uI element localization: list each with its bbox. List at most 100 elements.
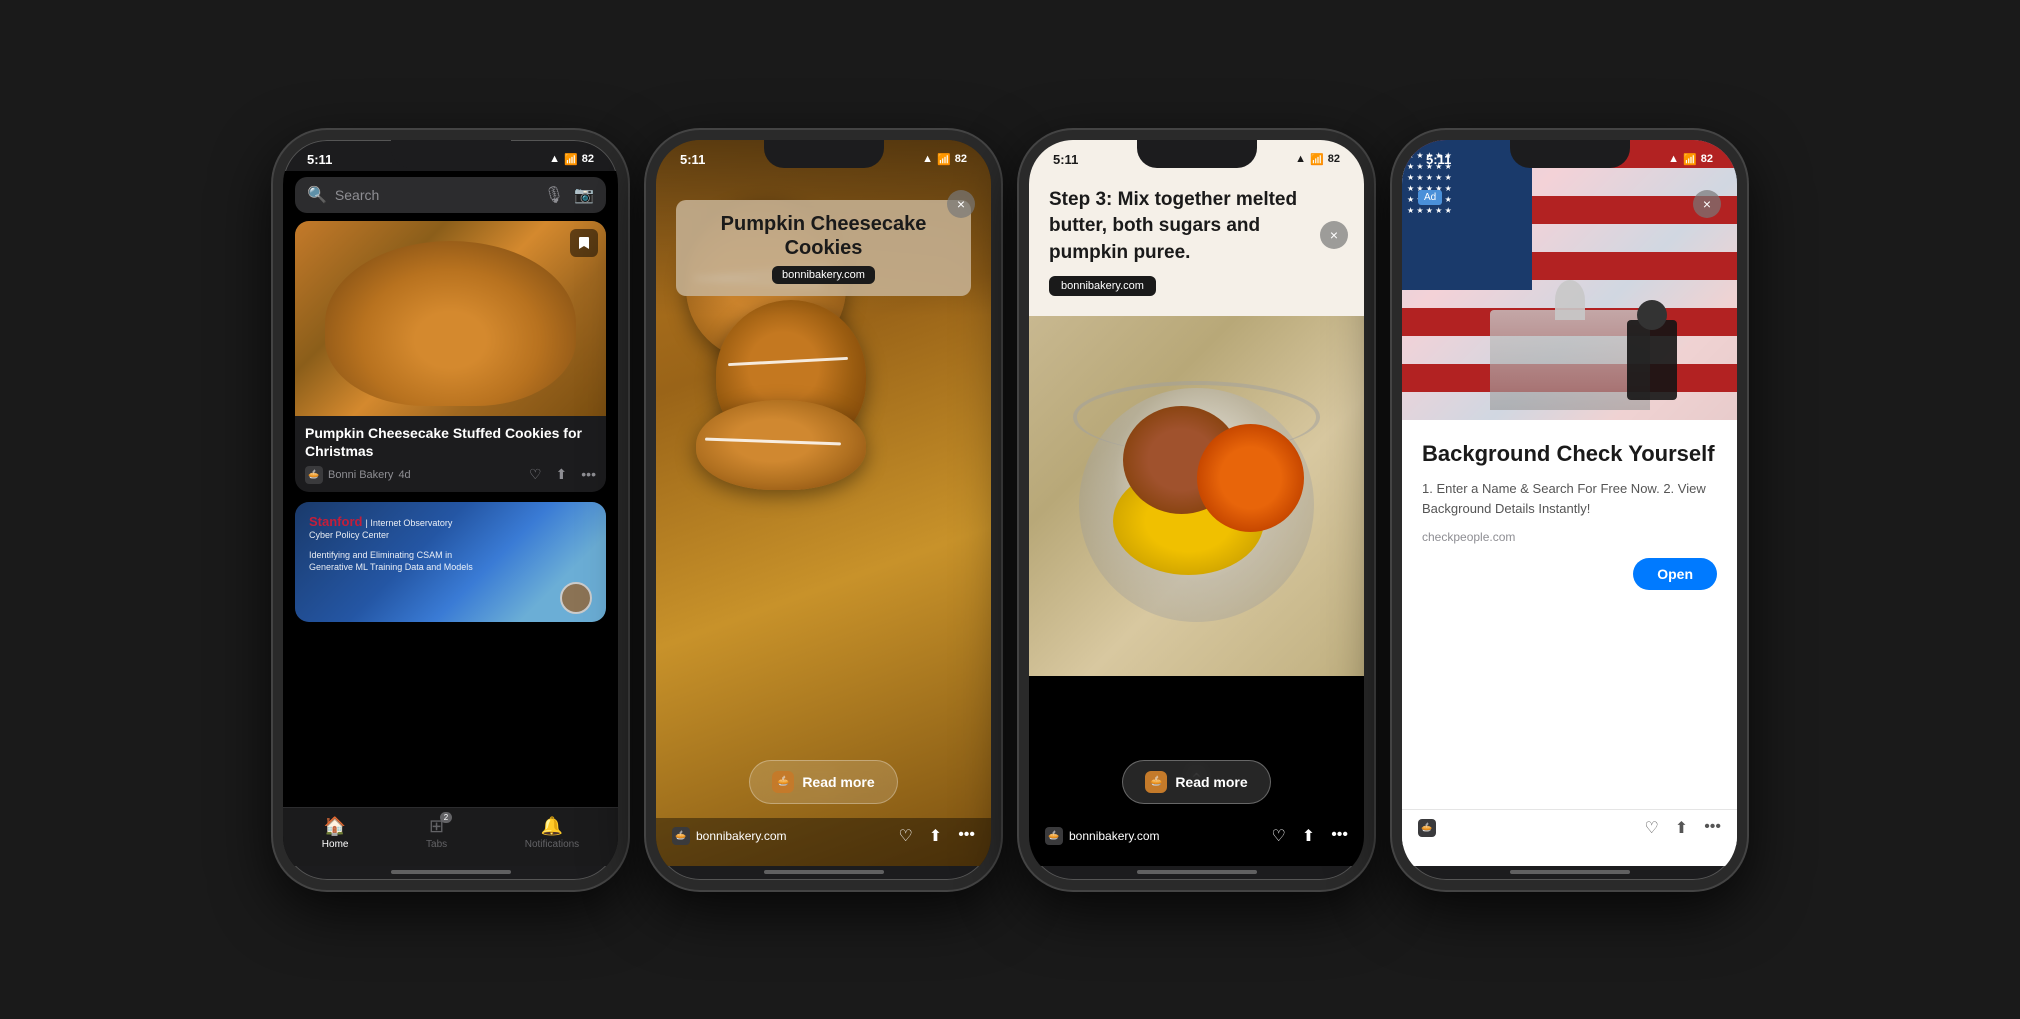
tabs-badge: 2 bbox=[440, 812, 452, 823]
recipe-step-title: Step 3: Mix together melted butter, both… bbox=[1049, 187, 1344, 267]
read-more-avatar-3: 🥧 bbox=[1145, 771, 1167, 793]
ad-close-btn[interactable]: × bbox=[1693, 190, 1721, 218]
camera-icon[interactable]: 📷 bbox=[574, 185, 594, 205]
phone4-main: Ad ★ ★ bbox=[1402, 140, 1737, 866]
stanford-image: Stanford | Internet ObservatoryCyber Pol… bbox=[295, 502, 606, 622]
read-more-label-2: Read more bbox=[802, 774, 874, 790]
feed-source-1: 🥧 Bonni Bakery 4d bbox=[305, 466, 411, 484]
drizzle-3 bbox=[728, 356, 848, 365]
more-icon-ad[interactable]: ••• bbox=[1704, 818, 1721, 838]
ad-open-button[interactable]: Open bbox=[1633, 558, 1717, 590]
heart-icon-story-3[interactable]: ♡ bbox=[1271, 826, 1285, 846]
bookmark-icon[interactable] bbox=[570, 229, 598, 257]
status-icons-3: ▲ 📶 82 bbox=[1295, 153, 1340, 166]
feed-image-1 bbox=[295, 221, 606, 416]
home-indicator-3 bbox=[1137, 870, 1257, 874]
story-actions-right-3: ♡ ⬆ ••• bbox=[1271, 826, 1348, 846]
stanford-logo: Stanford bbox=[309, 514, 362, 529]
signal-icon-3: ▲ bbox=[1295, 153, 1306, 165]
phones-container: 5:11 ▲ 📶 82 🔍 Search 🎙 📷 bbox=[273, 130, 1747, 890]
feed-title-1: Pumpkin Cheesecake Stuffed Cookies for C… bbox=[305, 424, 596, 460]
read-more-button-2[interactable]: 🥧 Read more bbox=[749, 760, 897, 804]
status-icons-1: ▲ 📶 82 bbox=[549, 153, 594, 166]
phone3-screen: Step 3: Mix together melted butter, both… bbox=[1029, 171, 1364, 866]
read-more-avatar-2: 🥧 bbox=[772, 771, 794, 793]
tab-bar: 🏠 Home ⊞ 2 Tabs 🔔 Notifications bbox=[283, 807, 618, 866]
more-icon-1[interactable]: ••• bbox=[581, 466, 596, 483]
home-indicator-4 bbox=[1510, 870, 1630, 874]
ad-image: ★ ★ ★ ★ ★★ ★ ★ ★ ★★ ★ ★ ★ ★★ ★ ★ ★ ★★ ★ … bbox=[1402, 140, 1737, 420]
battery-1: 82 bbox=[582, 153, 594, 165]
share-icon-ad[interactable]: ⬆ bbox=[1675, 818, 1688, 838]
cookie-3 bbox=[696, 400, 866, 490]
ad-badge: Ad bbox=[1418, 190, 1442, 205]
heart-icon-ad[interactable]: ♡ bbox=[1644, 818, 1658, 838]
status-bar-2: 5:11 ▲ 📶 82 bbox=[656, 140, 991, 171]
share-icon-story-2[interactable]: ⬆ bbox=[929, 826, 942, 846]
figure-dark bbox=[1627, 320, 1677, 400]
ad-description: 1. Enter a Name & Search For Free Now. 2… bbox=[1422, 479, 1717, 518]
search-placeholder: Search bbox=[335, 187, 536, 203]
read-more-label-3: Read more bbox=[1175, 774, 1247, 790]
phone1-screen: 🔍 Search 🎙 📷 P bbox=[283, 171, 618, 866]
stanford-face bbox=[560, 582, 592, 614]
ad-actions-right: ♡ ⬆ ••• bbox=[1644, 818, 1721, 838]
cookie-image-1 bbox=[295, 221, 606, 416]
recipe-bowl-image bbox=[1029, 316, 1364, 676]
source-avatar-1: 🥧 bbox=[305, 466, 323, 484]
status-bar-1: 5:11 ▲ 📶 82 bbox=[283, 140, 618, 171]
recipe-top: Step 3: Mix together melted butter, both… bbox=[1029, 171, 1364, 317]
ad-source-info: 🥧 bonnibakery.com bbox=[1418, 819, 1533, 837]
phone2-screen: Pumpkin Cheesecake Cookies bonnibakery.c… bbox=[656, 140, 991, 866]
search-icon: 🔍 bbox=[307, 185, 327, 205]
phone2-main: Pumpkin Cheesecake Cookies bonnibakery.c… bbox=[656, 140, 991, 866]
battery-4: 82 bbox=[1701, 153, 1713, 165]
step-label: Step 3 bbox=[1049, 189, 1106, 210]
tab-home[interactable]: 🏠 Home bbox=[322, 816, 349, 850]
home-indicator-2 bbox=[764, 870, 884, 874]
feed-item-1[interactable]: Pumpkin Cheesecake Stuffed Cookies for C… bbox=[295, 221, 606, 492]
wifi-icon-4: 📶 bbox=[1683, 153, 1697, 166]
more-icon-story-3[interactable]: ••• bbox=[1331, 826, 1348, 846]
story-close-btn-3[interactable]: × bbox=[1320, 221, 1348, 249]
story-actions-right-2: ♡ ⬆ ••• bbox=[898, 826, 975, 846]
heart-icon-1[interactable]: ♡ bbox=[529, 466, 542, 483]
search-right-icons: 🎙 📷 bbox=[544, 185, 594, 205]
tab-tabs[interactable]: ⊞ 2 Tabs bbox=[426, 816, 447, 850]
story-title-card: Pumpkin Cheesecake Cookies bonnibakery.c… bbox=[676, 200, 971, 296]
time-1: 5:11 bbox=[307, 152, 332, 167]
feed-meta-1: 🥧 Bonni Bakery 4d ♡ ⬆ ••• bbox=[305, 466, 596, 484]
phone-4: 5:11 ▲ 📶 82 Ad bbox=[1392, 130, 1747, 890]
recipe-domain: bonnibakery.com bbox=[1049, 276, 1156, 296]
close-icon-2: × bbox=[957, 196, 965, 212]
wifi-icon-3: 📶 bbox=[1310, 153, 1324, 166]
story-close-btn-2[interactable]: × bbox=[947, 190, 975, 218]
read-more-button-3[interactable]: 🥧 Read more bbox=[1122, 760, 1270, 804]
feed-item-2[interactable]: Stanford | Internet ObservatoryCyber Pol… bbox=[295, 502, 606, 622]
phone-2: 5:11 ▲ 📶 82 bbox=[646, 130, 1001, 890]
story-source-avatar-3: 🥧 bbox=[1045, 827, 1063, 845]
battery-2: 82 bbox=[955, 153, 967, 165]
status-bar-4: 5:11 ▲ 📶 82 bbox=[1402, 140, 1737, 171]
close-icon-4: × bbox=[1703, 196, 1711, 212]
story-source-2: 🥧 bonnibakery.com bbox=[672, 827, 787, 845]
notifications-icon: 🔔 bbox=[541, 816, 563, 837]
share-icon-story-3[interactable]: ⬆ bbox=[1302, 826, 1315, 846]
close-icon-3: × bbox=[1330, 227, 1338, 243]
phone3-main: Step 3: Mix together melted butter, both… bbox=[1029, 171, 1364, 866]
time-2: 5:11 bbox=[680, 152, 705, 167]
tab-notifications[interactable]: 🔔 Notifications bbox=[525, 816, 579, 850]
more-icon-story-2[interactable]: ••• bbox=[958, 826, 975, 846]
heart-icon-story-2[interactable]: ♡ bbox=[898, 826, 912, 846]
home-icon: 🏠 bbox=[324, 816, 346, 837]
ad-title: Background Check Yourself bbox=[1422, 440, 1717, 468]
home-indicator-1 bbox=[391, 870, 511, 874]
feed-item-1-bottom: Pumpkin Cheesecake Stuffed Cookies for C… bbox=[295, 416, 606, 492]
mic-icon[interactable]: 🎙 bbox=[544, 185, 564, 205]
ad-action-bar: 🥧 bonnibakery.com ♡ ⬆ ••• bbox=[1402, 809, 1737, 846]
ad-content: Background Check Yourself 1. Enter a Nam… bbox=[1402, 420, 1737, 575]
wifi-icon-2: 📶 bbox=[937, 153, 951, 166]
battery-3: 82 bbox=[1328, 153, 1340, 165]
share-icon-1[interactable]: ⬆ bbox=[556, 466, 568, 483]
search-bar[interactable]: 🔍 Search 🎙 📷 bbox=[295, 177, 606, 213]
